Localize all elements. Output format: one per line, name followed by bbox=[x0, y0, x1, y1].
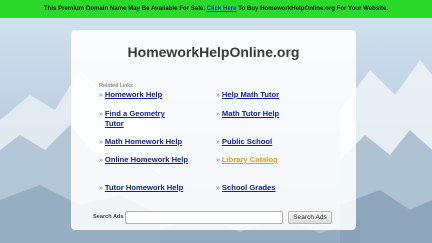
search-ads-button[interactable]: Search Ads bbox=[288, 211, 332, 224]
related-link-label[interactable]: Help Math Tutor bbox=[222, 90, 279, 100]
related-link[interactable]: » Library Catalog bbox=[216, 155, 336, 165]
related-link[interactable]: » Help Math Tutor bbox=[216, 90, 336, 100]
double-chevron-right-icon: » bbox=[216, 139, 220, 146]
double-chevron-right-icon: » bbox=[216, 92, 220, 99]
related-link-label[interactable]: Homework Help bbox=[105, 90, 162, 100]
related-links-heading: Related Links bbox=[99, 83, 133, 89]
double-chevron-right-icon: » bbox=[99, 92, 103, 99]
double-chevron-right-icon: » bbox=[99, 157, 103, 164]
related-link-label[interactable]: Online Homework Help bbox=[105, 155, 189, 165]
content-panel: HomeworkHelpOnline.org Related Links » H… bbox=[71, 30, 356, 230]
search-label: Search Ads bbox=[93, 214, 124, 220]
related-link[interactable]: » Homework Help bbox=[99, 90, 219, 100]
related-link-label[interactable]: Public School bbox=[222, 137, 272, 147]
related-link[interactable]: » Math Tutor Help bbox=[216, 109, 336, 119]
related-link[interactable]: » Online Homework Help bbox=[99, 155, 219, 165]
related-link[interactable]: » Tutor Homework Help bbox=[99, 183, 219, 193]
related-link-label[interactable]: Tutor Homework Help bbox=[105, 183, 183, 193]
double-chevron-right-icon: » bbox=[99, 139, 103, 146]
double-chevron-right-icon: » bbox=[216, 111, 220, 118]
banner-text-after: To Buy HomeworkHelpOnline.org For Your W… bbox=[238, 5, 389, 12]
related-link-label[interactable]: School Grades bbox=[222, 183, 276, 193]
for-sale-banner: This Premium Domain Name May Be Availabl… bbox=[0, 0, 432, 18]
related-link-label[interactable]: Math Homework Help bbox=[105, 137, 182, 147]
related-link-label-visited[interactable]: Library Catalog bbox=[222, 155, 278, 165]
related-link-label[interactable]: Find a Geometry Tutor bbox=[105, 109, 185, 129]
related-link[interactable]: » Public School bbox=[216, 137, 336, 147]
search-input[interactable] bbox=[125, 211, 283, 224]
double-chevron-right-icon: » bbox=[216, 157, 220, 164]
banner-text: This Premium Domain Name May Be Availabl… bbox=[43, 5, 205, 12]
related-link[interactable]: » Math Homework Help bbox=[99, 137, 219, 147]
related-link[interactable]: » Find a Geometry Tutor bbox=[99, 109, 219, 129]
double-chevron-right-icon: » bbox=[99, 185, 103, 192]
site-title: HomeworkHelpOnline.org bbox=[127, 44, 300, 60]
search-bar: Search Ads Search Ads bbox=[93, 211, 355, 225]
related-links: » Homework Help » Find a Geometry Tutor … bbox=[99, 90, 349, 200]
double-chevron-right-icon: » bbox=[99, 111, 103, 118]
related-link[interactable]: » School Grades bbox=[216, 183, 336, 193]
related-link-label[interactable]: Math Tutor Help bbox=[222, 109, 279, 119]
double-chevron-right-icon: » bbox=[216, 185, 220, 192]
banner-click-here-link[interactable]: Click Here bbox=[207, 5, 237, 12]
